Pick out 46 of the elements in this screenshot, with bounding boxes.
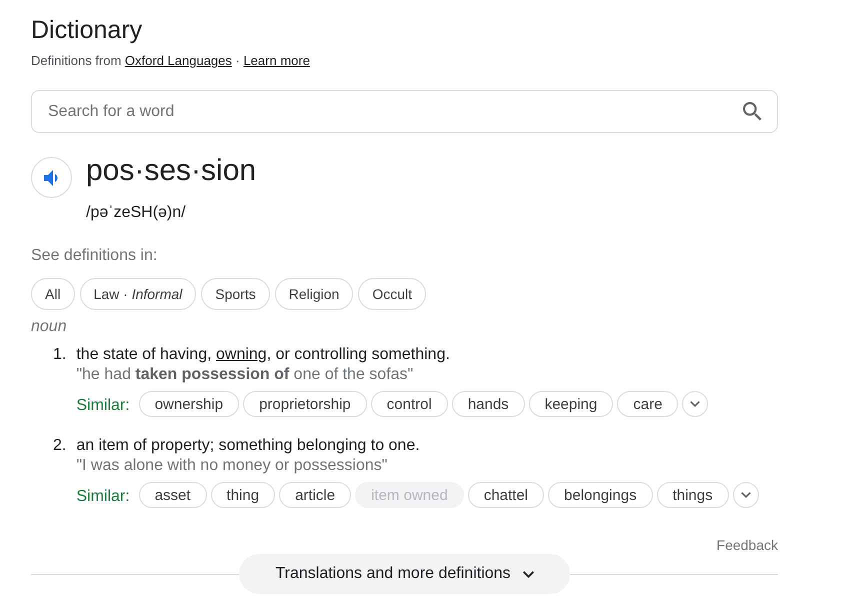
synonym-chip[interactable]: chattel bbox=[468, 482, 544, 508]
definition-text: the state of having, owning, or controlling something. bbox=[76, 345, 450, 365]
attribution-link[interactable]: Oxford Languages bbox=[124, 53, 232, 68]
phonetic-text: /pəˈzeSH(ə)n/ bbox=[86, 203, 186, 223]
synonym-chip[interactable]: ownership bbox=[138, 391, 240, 417]
synonym-chip[interactable]: keeping bbox=[528, 391, 614, 417]
dictionary-title: Dictionary bbox=[31, 15, 142, 46]
synonym-chip[interactable]: hands bbox=[452, 391, 525, 417]
sense-number: 2. bbox=[53, 436, 66, 456]
definition-link[interactable]: owning bbox=[216, 346, 267, 363]
attribution-link[interactable]: Learn more bbox=[243, 53, 310, 68]
similar-label: Similar: bbox=[76, 488, 130, 506]
synonym-chip[interactable]: control bbox=[370, 391, 448, 417]
search-field[interactable]: Search for a word bbox=[31, 90, 778, 133]
synonym-chip[interactable]: things bbox=[656, 482, 729, 508]
part-of-speech: noun bbox=[31, 317, 67, 337]
see-definitions-label: See definitions in: bbox=[31, 246, 158, 266]
domain-chip[interactable]: Law · Informal bbox=[80, 278, 196, 310]
chevron-down-icon bbox=[690, 401, 700, 407]
domain-chip[interactable]: Occult bbox=[358, 278, 426, 310]
sense-number: 1. bbox=[53, 345, 66, 365]
synonym-chip[interactable]: article bbox=[279, 482, 352, 508]
chevron-down-icon bbox=[740, 492, 751, 498]
more-definitions-button[interactable]: Translations and more definitions bbox=[239, 554, 570, 594]
domain-chip[interactable]: Sports bbox=[201, 278, 270, 310]
expand-button[interactable] bbox=[732, 482, 759, 508]
feedback-link[interactable]: Feedback bbox=[716, 535, 778, 555]
synonym-chip[interactable]: care bbox=[617, 391, 678, 417]
speaker-icon bbox=[44, 168, 59, 186]
example-text: "he had taken possession of one of the sofas" bbox=[76, 365, 414, 384]
synonym-chip: item owned bbox=[355, 482, 464, 508]
synonym-chip[interactable]: proprietorship bbox=[243, 391, 367, 417]
definition-text: an item of property; something belonging to one. bbox=[76, 436, 420, 456]
chevron-down-icon bbox=[522, 570, 534, 578]
domain-chip[interactable]: All bbox=[31, 278, 75, 310]
domain-chip[interactable]: Religion bbox=[274, 278, 354, 310]
synonym-chip[interactable]: belongings bbox=[548, 482, 653, 508]
example-text: "I was alone with no money or possessions" bbox=[76, 456, 388, 475]
headword: pos·ses·sion bbox=[86, 153, 256, 189]
speaker-button[interactable] bbox=[31, 157, 72, 198]
expand-button[interactable] bbox=[682, 391, 708, 417]
attribution-text: Definitions from Oxford Languages · Learn more bbox=[31, 52, 310, 70]
synonym-chip[interactable]: asset bbox=[138, 482, 207, 508]
synonym-chip[interactable]: thing bbox=[210, 482, 276, 508]
search-icon[interactable] bbox=[743, 102, 762, 121]
similar-label: Similar: bbox=[76, 396, 130, 414]
